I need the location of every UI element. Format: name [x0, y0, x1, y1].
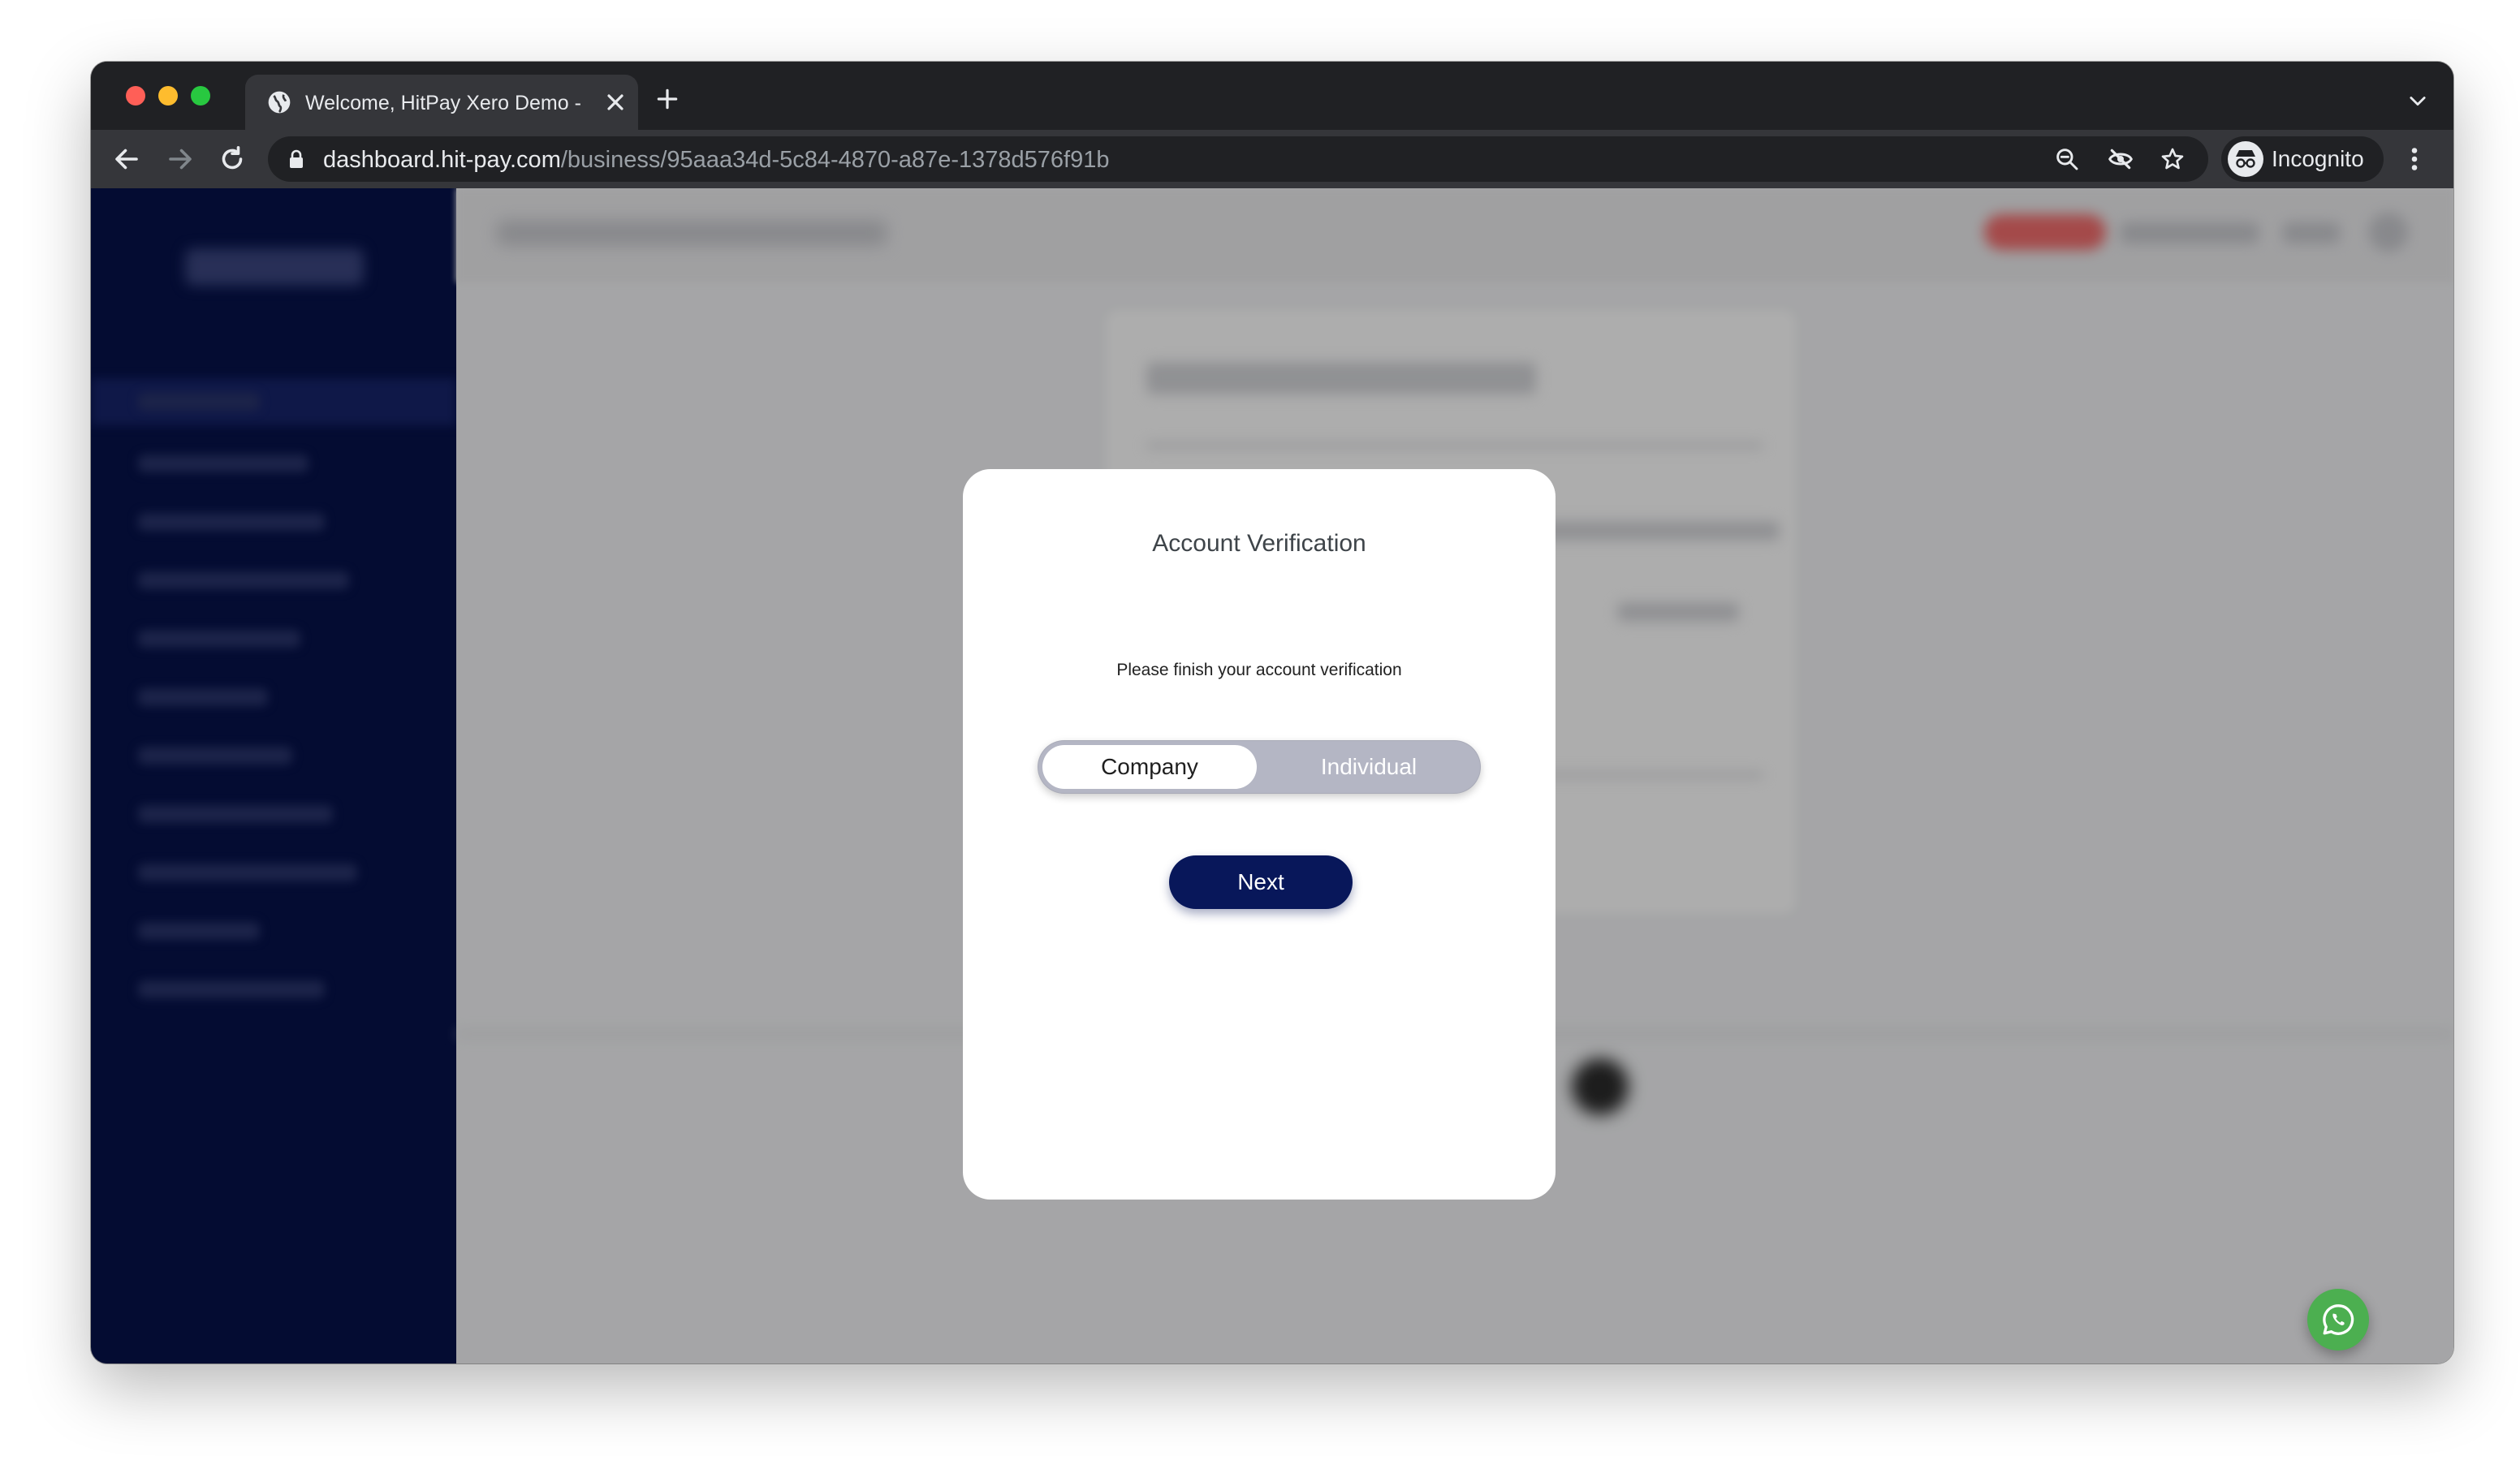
browser-window: Welcome, HitPay Xero Demo - dashboard.hi…	[91, 62, 2453, 1363]
company-option[interactable]: Company	[1042, 745, 1257, 789]
back-icon[interactable]	[112, 144, 141, 174]
url-text: dashboard.hit-pay.com/business/95aaa34d-…	[323, 147, 1109, 173]
maximize-window-button[interactable]	[191, 86, 210, 106]
url-path: /business/95aaa34d-5c84-4870-a87e-1378d5…	[560, 147, 1110, 173]
account-verification-modal: Account Verification Please finish your …	[963, 469, 1556, 1200]
next-button[interactable]: Next	[1169, 855, 1353, 909]
browser-tab[interactable]: Welcome, HitPay Xero Demo -	[245, 75, 638, 130]
minimize-window-button[interactable]	[158, 86, 178, 106]
modal-message: Please finish your account verification	[1116, 661, 1402, 679]
more-menu-icon[interactable]	[2400, 144, 2429, 174]
whatsapp-chat-button[interactable]	[2307, 1289, 2369, 1351]
lock-icon	[290, 149, 303, 168]
url-host: dashboard.hit-pay.com	[323, 147, 561, 173]
close-tab-icon[interactable]	[602, 89, 628, 115]
browser-toolbar: dashboard.hit-pay.com/business/95aaa34d-…	[91, 130, 2453, 188]
star-icon[interactable]	[2160, 146, 2186, 172]
individual-option[interactable]: Individual	[1262, 745, 1476, 789]
close-window-button[interactable]	[126, 86, 145, 106]
page-viewport: Account Verification Please finish your …	[91, 188, 2453, 1363]
account-type-toggle[interactable]: Company Individual	[1038, 740, 1481, 794]
new-tab-icon[interactable]	[654, 86, 680, 112]
modal-title: Account Verification	[1152, 530, 1366, 557]
tab-title: Welcome, HitPay Xero Demo -	[305, 92, 581, 114]
zoom-icon[interactable]	[2054, 146, 2080, 172]
forward-icon[interactable]	[166, 144, 195, 174]
eye-off-icon[interactable]	[2108, 146, 2134, 172]
address-bar[interactable]: dashboard.hit-pay.com/business/95aaa34d-…	[268, 136, 2208, 182]
incognito-icon	[2228, 141, 2263, 177]
chevron-down-icon[interactable]	[2406, 89, 2429, 112]
profile-label: Incognito	[2272, 146, 2364, 171]
globe-icon	[268, 91, 291, 114]
reload-icon[interactable]	[218, 144, 247, 174]
tab-strip: Welcome, HitPay Xero Demo -	[91, 62, 2453, 130]
whatsapp-icon	[2323, 1304, 2354, 1335]
profile-button[interactable]: Incognito	[2221, 136, 2384, 182]
